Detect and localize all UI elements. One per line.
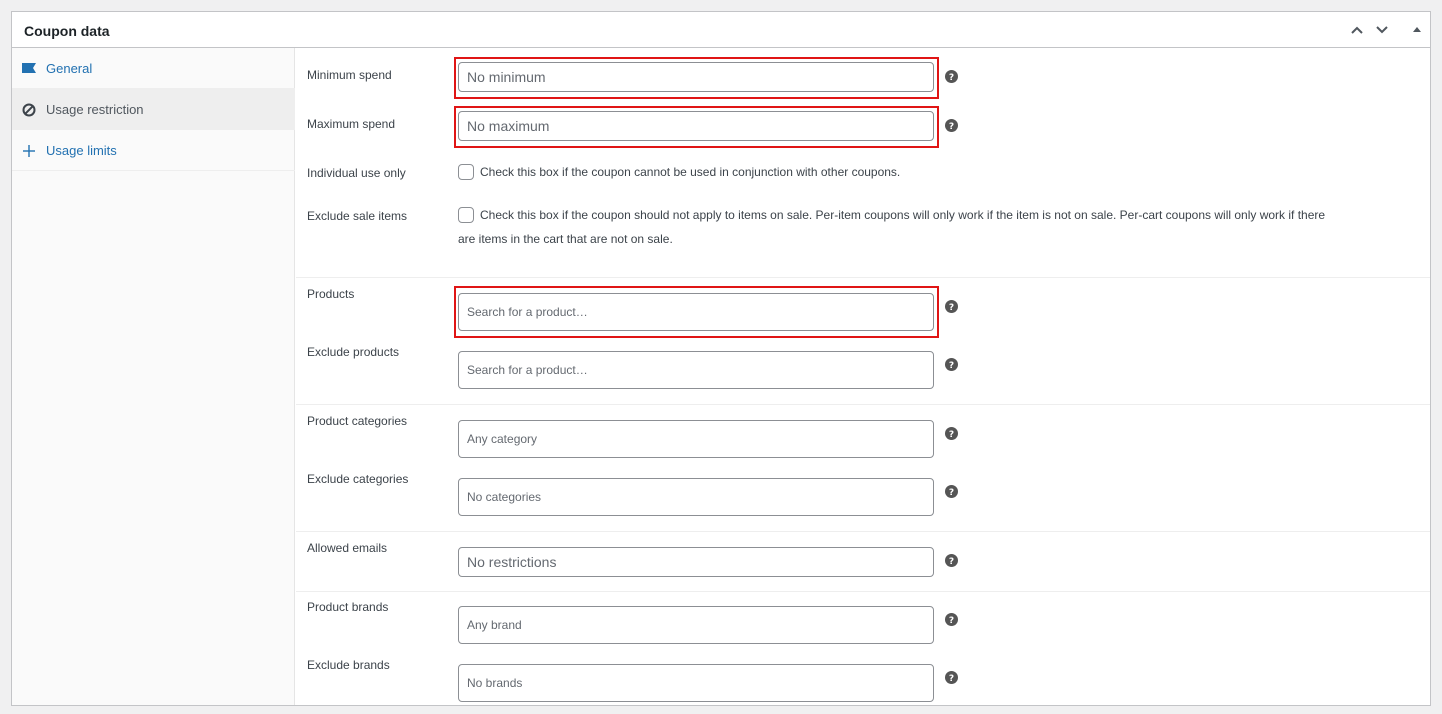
move-up-button[interactable] (1348, 21, 1366, 39)
tab-usage-restriction[interactable]: Usage restriction (12, 89, 295, 130)
panel-title: Coupon data (24, 23, 110, 39)
ticket-icon (21, 61, 37, 77)
triangle-up-icon (1413, 27, 1421, 32)
help-icon[interactable]: ? (945, 671, 958, 684)
exclude-sale-description: Check this box if the coupon should not … (480, 208, 1326, 222)
maximum-spend-input[interactable]: No maximum (458, 111, 934, 141)
usage-restriction-content: Minimum spend No minimum ? Maximum spend… (296, 48, 1430, 705)
exclude-sale-label: Exclude sale items (307, 209, 408, 223)
tab-usage-limits-label: Usage limits (46, 143, 117, 158)
help-icon[interactable]: ? (945, 613, 958, 626)
maximum-spend-label: Maximum spend (307, 117, 396, 131)
product-categories-select[interactable]: Any category (458, 420, 934, 458)
help-icon[interactable]: ? (945, 485, 958, 498)
svg-text:?: ? (949, 361, 954, 371)
crosshair-icon (21, 143, 37, 159)
exclude-brands-label: Exclude brands (307, 658, 390, 672)
tab-usage-limits[interactable]: Usage limits (12, 130, 295, 171)
chevron-down-icon (1376, 26, 1388, 34)
chevron-up-icon (1351, 26, 1363, 34)
exclude-categories-select[interactable]: No categories (458, 478, 934, 516)
minimum-spend-label: Minimum spend (307, 68, 392, 82)
svg-text:?: ? (949, 122, 954, 132)
allowed-emails-input[interactable]: No restrictions (458, 547, 934, 577)
products-search-input[interactable]: Search for a product… (458, 293, 934, 331)
exclude-sale-description-cont: are items in the cart that are not on sa… (458, 232, 673, 246)
exclude-categories-label: Exclude categories (307, 472, 409, 486)
svg-text:?: ? (949, 303, 954, 313)
svg-text:?: ? (949, 557, 954, 567)
exclude-sale-checkbox[interactable] (458, 207, 474, 223)
coupon-tabs: General Usage restriction Usage limits (12, 48, 295, 705)
product-brands-select[interactable]: Any brand (458, 606, 934, 644)
no-entry-icon (21, 102, 37, 118)
svg-text:?: ? (949, 73, 954, 83)
panel-header: Coupon data (12, 12, 1430, 48)
svg-text:?: ? (949, 488, 954, 498)
help-icon[interactable]: ? (945, 358, 958, 371)
section-divider (296, 531, 1430, 532)
tab-usage-restriction-label: Usage restriction (46, 102, 144, 117)
help-icon[interactable]: ? (945, 119, 958, 132)
help-icon[interactable]: ? (945, 554, 958, 567)
exclude-products-label: Exclude products (307, 345, 400, 359)
help-icon[interactable]: ? (945, 70, 958, 83)
individual-use-label: Individual use only (307, 166, 406, 180)
exclude-brands-select[interactable]: No brands (458, 664, 934, 702)
minimum-spend-input[interactable]: No minimum (458, 62, 934, 92)
svg-text:?: ? (949, 674, 954, 684)
coupon-data-panel: Coupon data General Usage restriction Us… (11, 11, 1431, 706)
individual-use-description: Check this box if the coupon cannot be u… (480, 165, 901, 179)
individual-use-checkbox[interactable] (458, 164, 474, 180)
allowed-emails-label: Allowed emails (307, 541, 388, 555)
exclude-products-search-input[interactable]: Search for a product… (458, 351, 934, 389)
toggle-panel-button[interactable] (1408, 21, 1426, 39)
svg-text:?: ? (949, 430, 954, 440)
svg-text:?: ? (949, 616, 954, 626)
products-label: Products (307, 287, 355, 301)
section-divider (296, 404, 1430, 405)
section-divider (296, 591, 1430, 592)
help-icon[interactable]: ? (945, 427, 958, 440)
help-icon[interactable]: ? (945, 300, 958, 313)
tab-general[interactable]: General (12, 48, 295, 89)
section-divider (296, 277, 1430, 278)
move-down-button[interactable] (1373, 21, 1391, 39)
tab-general-label: General (46, 61, 93, 76)
product-categories-label: Product categories (307, 414, 408, 428)
product-brands-label: Product brands (307, 600, 389, 614)
